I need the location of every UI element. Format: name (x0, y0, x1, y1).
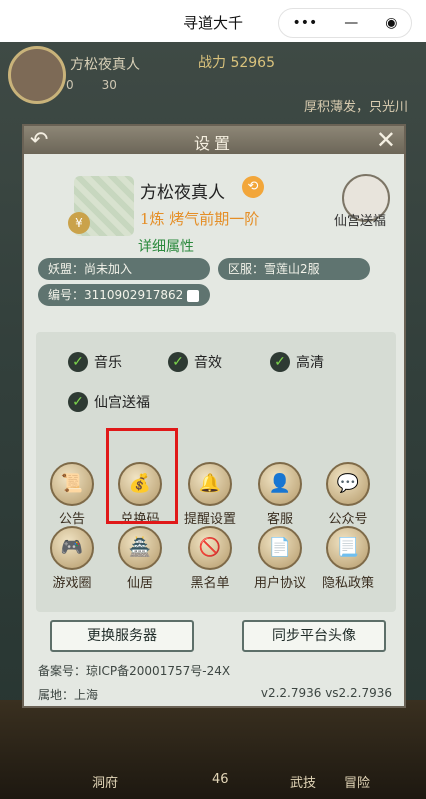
hud-avatar[interactable] (8, 46, 66, 104)
player-name: 方松夜真人 (140, 183, 225, 203)
change-server-button[interactable]: 更换服务器 (50, 620, 194, 652)
hud-power: 战力 52965 (198, 55, 275, 71)
chat-icon: 💬 (326, 462, 370, 506)
hud-stats: 0 30 (66, 78, 117, 92)
dialog-header: ↶ 设置 ✕ (24, 126, 404, 154)
location: 属地：上海 (38, 688, 99, 702)
check-icon: ✓ (68, 352, 88, 372)
version: v2.2.7936 vs2.2.7936 (260, 686, 392, 700)
toggle-hd[interactable]: ✓ 高清 (270, 352, 324, 372)
bottom-item-level: 46 (212, 772, 229, 787)
immortal-home-button[interactable]: 🏯 仙居 (112, 526, 168, 591)
highlight-box (106, 428, 178, 524)
guild-info: 妖盟：尚未加入 (38, 258, 210, 280)
house-icon: 🏯 (118, 526, 162, 570)
check-icon: ✓ (68, 392, 88, 412)
block-icon: 🚫 (188, 526, 232, 570)
more-icon[interactable]: ••• (293, 15, 318, 31)
minimize-icon[interactable]: — (344, 15, 358, 31)
gamepad-icon: 🎮 (50, 526, 94, 570)
bell-icon: 🔔 (188, 462, 232, 506)
hud-slogan: 厚积薄发，只光川 (303, 100, 408, 115)
bottom-item-skill[interactable]: 武技 (290, 772, 316, 791)
top-bar: 寻道大千 ••• — ◉ (0, 0, 426, 42)
reminder-settings-button[interactable]: 🔔 提醒设置 (182, 462, 238, 527)
check-icon: ✓ (270, 352, 290, 372)
copy-icon[interactable] (187, 289, 200, 302)
hud-player-name: 方松夜真人 (70, 57, 140, 73)
game-circle-button[interactable]: 🎮 游戏圈 (44, 526, 100, 591)
toggle-music[interactable]: ✓ 音乐 (68, 352, 122, 372)
customer-service-button[interactable]: 👤 客服 (252, 462, 308, 527)
sync-avatar-button[interactable]: 同步平台头像 (242, 620, 386, 652)
toggle-sfx[interactable]: ✓ 音效 (168, 352, 222, 372)
rename-icon[interactable]: ⟲ (242, 176, 264, 198)
user-agreement-button[interactable]: 📄 用户协议 (252, 526, 308, 591)
announcement-button[interactable]: 📜 公告 (44, 462, 100, 527)
close-target-icon[interactable]: ◉ (385, 15, 397, 31)
player-id[interactable]: 编号：3110902917862 (38, 284, 210, 306)
bottom-item-adventure[interactable]: 冒险 (344, 772, 370, 791)
coin-icon: ¥ (68, 212, 90, 234)
player-rank: 1炼 烤气前期一阶 (140, 210, 260, 228)
dialog-title: 设置 (193, 134, 234, 153)
document-icon: 📃 (326, 526, 370, 570)
capsule-menu[interactable]: ••• — ◉ (278, 8, 412, 38)
gift-label[interactable]: 仙宫送福 (334, 210, 386, 229)
settings-dialog: ↶ 设置 ✕ ¥ 方松夜真人 ⟲ 1炼 烤气前期一阶 仙宫送福 详细属性 妖盟：… (22, 124, 406, 708)
check-icon: ✓ (168, 352, 188, 372)
support-icon: 👤 (258, 462, 302, 506)
scroll-icon: 📜 (50, 462, 94, 506)
close-icon[interactable]: ✕ (376, 126, 396, 154)
official-account-button[interactable]: 💬 公众号 (320, 462, 376, 527)
document-icon: 📄 (258, 526, 302, 570)
privacy-policy-button[interactable]: 📃 隐私政策 (320, 526, 376, 591)
icp-record: 备案号：琼ICP备20001757号-24X (38, 664, 231, 678)
toggle-gift[interactable]: ✓ 仙宫送福 (68, 392, 150, 412)
bottom-item-cave[interactable]: 洞府 (92, 772, 118, 791)
server-info: 区服：雪莲山2服 (218, 258, 370, 280)
blacklist-button[interactable]: 🚫 黑名单 (182, 526, 238, 591)
detail-attributes-link[interactable]: 详细属性 (138, 236, 194, 256)
